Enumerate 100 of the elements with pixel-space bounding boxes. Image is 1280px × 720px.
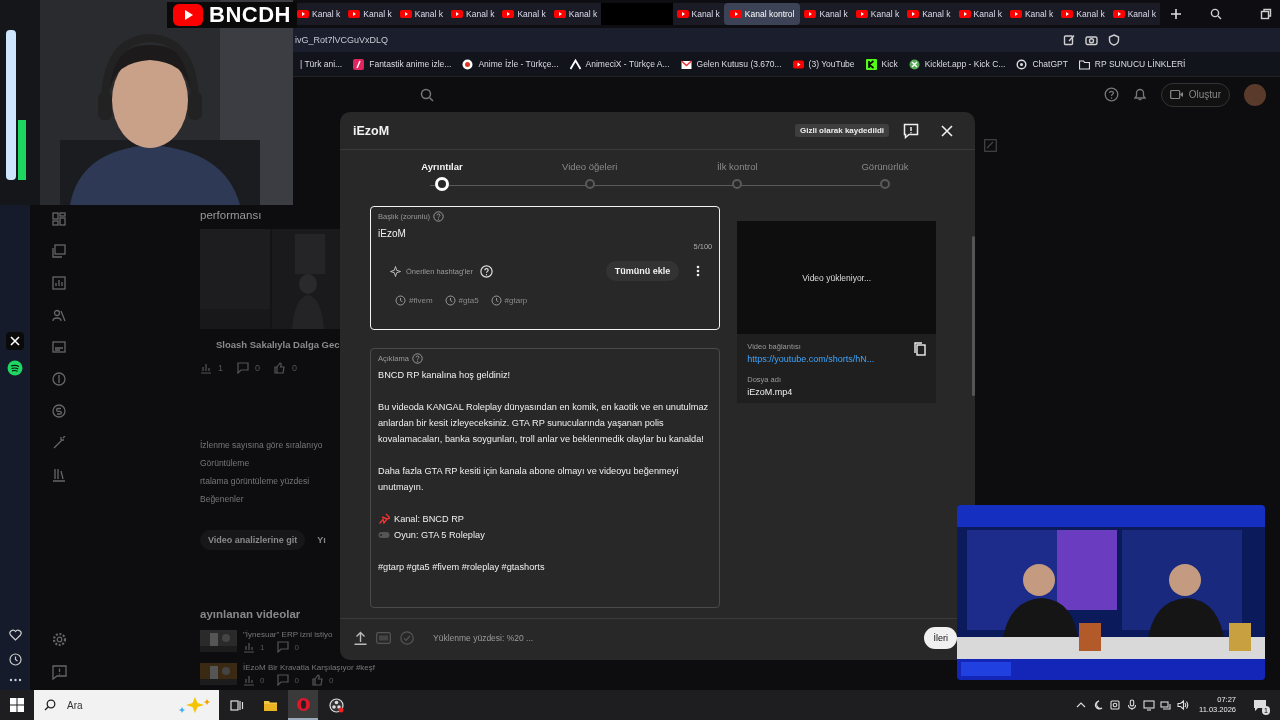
bookmark[interactable]: Fantastik anime izle... bbox=[353, 58, 452, 70]
camera-icon[interactable] bbox=[1085, 34, 1098, 46]
people-icon[interactable] bbox=[52, 308, 66, 322]
browser-tab[interactable]: Kanal k bbox=[344, 3, 396, 25]
x-icon[interactable] bbox=[6, 332, 24, 350]
opera-icon bbox=[295, 696, 311, 712]
section-title: performansı bbox=[200, 209, 263, 221]
video-link[interactable]: https://youtube.com/shorts/hN... bbox=[747, 354, 875, 364]
new-tab-icon[interactable] bbox=[1170, 8, 1182, 20]
heart-icon[interactable] bbox=[8, 629, 22, 641]
moon-icon[interactable] bbox=[1092, 699, 1104, 711]
thumbs-up-icon bbox=[311, 674, 324, 686]
video-title[interactable]: "İynesuar" ERP izni istiyo bbox=[243, 630, 333, 639]
description-text: Daha fazla GTA RP kesiti için kanala abone olmayı ve videoyu beğenmeyi unutmayın. bbox=[378, 465, 680, 494]
video-title[interactable]: İEzoM Bir Kravatla Karşılaşıyor #keşf bbox=[243, 663, 376, 672]
wand-icon[interactable] bbox=[52, 436, 66, 450]
copy-icon[interactable] bbox=[914, 342, 927, 356]
triangle-logo-icon bbox=[569, 58, 581, 70]
bookmark[interactable]: (3) YouTube bbox=[792, 58, 855, 70]
close-icon[interactable] bbox=[941, 124, 953, 137]
edit-icon[interactable] bbox=[1063, 34, 1075, 46]
browser-tab[interactable]: Kanal k bbox=[903, 3, 955, 25]
hashtag-chip[interactable]: #gta5 bbox=[444, 295, 479, 306]
video-title[interactable]: Sloash Sakalıyla Dalga Gec bbox=[200, 339, 340, 350]
create-button[interactable]: Oluştur bbox=[1160, 82, 1230, 107]
browser-tab[interactable]: Kanal k bbox=[395, 3, 448, 25]
hashtag-chip[interactable]: #gtarp bbox=[490, 295, 528, 306]
bell-icon[interactable] bbox=[1132, 87, 1147, 102]
bookmark[interactable]: | Türk ani... bbox=[300, 59, 343, 69]
spotify-icon[interactable] bbox=[7, 360, 23, 376]
description-text: Oyun: GTA 5 Roleplay bbox=[394, 529, 485, 542]
screen-icon[interactable] bbox=[1143, 699, 1155, 711]
bookmark[interactable]: Kick bbox=[865, 58, 898, 70]
next-button[interactable]: İleri bbox=[924, 626, 957, 649]
bookmark[interactable]: RP SUNUCU LİNKLERİ bbox=[1078, 58, 1186, 70]
video-list-icon[interactable] bbox=[52, 244, 66, 258]
taskbar-app[interactable] bbox=[288, 690, 318, 720]
youtube-icon bbox=[297, 9, 309, 19]
browser-tab[interactable]: Kanal k bbox=[549, 3, 602, 25]
browser-tab[interactable]: Kanal k bbox=[447, 3, 499, 25]
browser-tab[interactable]: Kanal k bbox=[293, 3, 345, 25]
hashtag-chip[interactable]: #fivem bbox=[395, 295, 433, 306]
dollar-icon[interactable] bbox=[52, 404, 66, 418]
bookmark[interactable]: Gelen Kutusu (3.670... bbox=[680, 58, 782, 70]
browser-tab[interactable]: Kanal k bbox=[1057, 3, 1109, 25]
blank-tab-area bbox=[601, 3, 673, 25]
obs-icon bbox=[328, 697, 344, 713]
bookmark[interactable]: Anime İzle - Türkçe... bbox=[462, 58, 559, 70]
restore-icon[interactable] bbox=[1260, 8, 1272, 20]
microphone-icon[interactable] bbox=[1126, 699, 1138, 711]
section-title: ayınlanan videolar bbox=[200, 608, 302, 620]
analytics-button[interactable]: Video analizlerine git bbox=[200, 530, 306, 550]
settings-icon[interactable] bbox=[52, 632, 67, 647]
status-badge: Gizli olarak kaydedildi bbox=[794, 124, 889, 137]
hd-icon bbox=[376, 631, 391, 644]
stat-count: 0 bbox=[292, 363, 298, 373]
chat-icon bbox=[1253, 698, 1267, 712]
step-tab[interactable]: Ayrıntılar bbox=[402, 161, 482, 202]
browser-tab[interactable]: Kanal k bbox=[1005, 3, 1058, 25]
more-icon[interactable] bbox=[696, 265, 701, 277]
title-input[interactable]: iEzoM bbox=[378, 228, 498, 239]
browser-tab[interactable]: Kanal kontrol bbox=[723, 3, 801, 25]
browser-tab[interactable]: Kanal k bbox=[800, 3, 852, 25]
step-tab[interactable]: İlk kontrol bbox=[697, 161, 778, 202]
search-field[interactable]: Ara bbox=[34, 690, 219, 720]
search-icon bbox=[44, 699, 56, 711]
browser-tab[interactable]: Kanal k bbox=[851, 3, 904, 25]
clock-icon[interactable] bbox=[8, 653, 22, 666]
bookmark[interactable]: Kicklet.app - Kick C... bbox=[908, 58, 1006, 70]
description-text: Bu videoda KANGAL Roleplay dünyasından en komik, en kaotik ve en unutulmaz anlardan bir kesit izleyeceksiniz. GTA RP sunucularında yaşanan polis kovalamacaları, banka soygunları, troll anlar ve beklenmedik olaylar bu kanalda! bbox=[378, 401, 710, 446]
more-icon[interactable] bbox=[8, 678, 22, 682]
library-icon[interactable] bbox=[52, 468, 66, 482]
history-icon bbox=[444, 295, 456, 306]
sidebar-toggle-icon[interactable] bbox=[984, 139, 997, 152]
search-icon bbox=[420, 87, 434, 102]
coin-icon[interactable] bbox=[52, 372, 66, 386]
network-icon[interactable] bbox=[1160, 699, 1172, 711]
bookmark[interactable]: ChatGPT bbox=[1016, 58, 1068, 70]
windows-icon[interactable] bbox=[10, 698, 24, 712]
browser-tab[interactable]: Kanal k bbox=[498, 3, 550, 25]
search-icon[interactable] bbox=[1210, 8, 1222, 20]
comment-icon bbox=[277, 674, 290, 686]
step-tab[interactable]: Video öğeleri bbox=[549, 161, 630, 202]
bookmark[interactable]: AnimeciX - Türkçe A... bbox=[569, 58, 670, 70]
browser-tab[interactable]: Kanal k bbox=[954, 3, 1006, 25]
speaker-icon[interactable] bbox=[1177, 699, 1189, 711]
camera-icon[interactable] bbox=[1109, 699, 1121, 711]
help-icon[interactable] bbox=[1103, 87, 1119, 102]
gamepad-icon bbox=[378, 529, 390, 541]
add-all-button[interactable]: Tümünü ekle bbox=[605, 261, 680, 281]
dashboard-icon[interactable] bbox=[52, 212, 66, 226]
shield-icon[interactable] bbox=[1108, 34, 1120, 46]
bars-icon bbox=[200, 362, 212, 374]
circle-logo-icon bbox=[462, 58, 474, 70]
browser-tab[interactable]: Kanal k bbox=[1108, 3, 1160, 25]
analytics-button[interactable]: Yı bbox=[313, 530, 330, 550]
step-tab[interactable]: Görünürlük bbox=[844, 161, 925, 202]
browser-tab[interactable]: Kanal k bbox=[672, 3, 724, 25]
address-url[interactable]: ivG_Rot7lVCGuVxDLQ bbox=[295, 35, 389, 45]
description-field[interactable] bbox=[370, 348, 721, 608]
